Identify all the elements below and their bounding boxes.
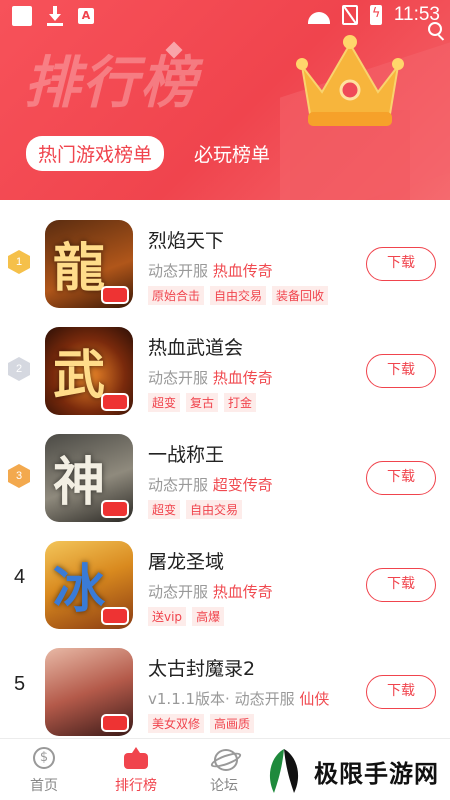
game-icon[interactable]: 龍 xyxy=(45,220,133,308)
watermark-logo-icon xyxy=(269,749,299,793)
game-icon[interactable]: 神 xyxy=(45,434,133,522)
download-button[interactable]: 下载 xyxy=(366,675,436,709)
forum-icon xyxy=(212,747,238,771)
nav-label: 排行榜 xyxy=(115,778,157,794)
tab-must-play[interactable]: 必玩榜单 xyxy=(194,140,270,167)
list-item[interactable]: 5 太古封魔录2 v1.1.1版本· 动态开服 仙侠 美女双修 高画质 下载 xyxy=(0,640,450,747)
download-button[interactable]: 下载 xyxy=(366,568,436,602)
tag-chip: 超变 xyxy=(148,500,181,519)
download-button[interactable]: 下载 xyxy=(366,461,436,495)
tag-chip: 美女双修 xyxy=(148,714,205,733)
rank-number: 4 xyxy=(14,566,26,588)
tab-hot-games[interactable]: 热门游戏榜单 xyxy=(26,136,165,171)
status-bar: A 11:53 xyxy=(0,0,450,32)
game-ranking-list: 1 龍 烈焰天下 动态开服 热血传奇 原始合击 自由交易 装备回收 下载 2 武… xyxy=(0,212,450,747)
tag-chip: 自由交易 xyxy=(186,500,243,519)
list-item[interactable]: 4 冰 屠龙圣域 动态开服 热血传奇 送vip 高爆 下载 xyxy=(0,533,450,640)
no-signal-icon xyxy=(341,5,358,25)
nav-item-ranking[interactable]: 排行榜 xyxy=(106,747,166,795)
game-tags: 美女双修 高画质 xyxy=(148,714,255,733)
home-icon: $ xyxy=(33,747,55,769)
rank-badge-silver: 2 xyxy=(8,357,30,381)
tag-chip: 打金 xyxy=(224,393,257,412)
notification-square-icon xyxy=(12,6,32,26)
tag-chip: 高爆 xyxy=(192,607,225,626)
game-icon[interactable] xyxy=(45,648,133,736)
nav-label: 首页 xyxy=(30,778,58,794)
tag-chip: 装备回收 xyxy=(272,286,329,305)
crown-icon xyxy=(296,35,404,126)
rank-icon xyxy=(124,747,148,769)
nav-item-forum[interactable]: 论坛 xyxy=(194,747,254,795)
tag-chip: 自由交易 xyxy=(210,286,267,305)
ranking-tabs: 热门游戏榜单 必玩榜单 xyxy=(26,136,270,171)
game-meta: 动态开服 热血传奇 xyxy=(148,583,273,601)
nav-label: 论坛 xyxy=(210,778,238,794)
list-item[interactable]: 3 神 一战称王 动态开服 超变传奇 超变 自由交易 下载 xyxy=(0,426,450,533)
tag-chip: 复古 xyxy=(186,393,219,412)
battery-charging-icon xyxy=(369,5,382,25)
a-notification-icon: A xyxy=(78,8,94,24)
rank-number: 5 xyxy=(14,673,26,695)
wifi-icon xyxy=(308,6,330,24)
site-watermark: 极限手游网 xyxy=(252,742,450,800)
rank-badge-gold: 1 xyxy=(8,250,30,274)
game-meta: 动态开服 热血传奇 xyxy=(148,369,273,387)
game-tags: 送vip 高爆 xyxy=(148,607,225,626)
list-item[interactable]: 1 龍 烈焰天下 动态开服 热血传奇 原始合击 自由交易 装备回收 下载 xyxy=(0,212,450,319)
game-tags: 超变 自由交易 xyxy=(148,500,243,519)
game-tags: 原始合击 自由交易 装备回收 xyxy=(148,286,329,305)
tag-chip: 高画质 xyxy=(210,714,255,733)
nav-item-home[interactable]: $ 首页 xyxy=(14,747,74,795)
game-icon[interactable]: 武 xyxy=(45,327,133,415)
rank-badge-bronze: 3 xyxy=(8,464,30,488)
download-button[interactable]: 下载 xyxy=(366,247,436,281)
download-button[interactable]: 下载 xyxy=(366,354,436,388)
game-icon[interactable]: 冰 xyxy=(45,541,133,629)
game-name[interactable]: 热血武道会 xyxy=(148,333,243,360)
game-name[interactable]: 屠龙圣域 xyxy=(148,547,224,574)
game-name[interactable]: 太古封魔录2 xyxy=(148,654,255,681)
tag-chip: 送vip xyxy=(148,607,187,626)
header-banner: A 11:53 排行榜 热门游戏榜单 必玩榜单 xyxy=(0,0,450,200)
watermark-text: 极限手游网 xyxy=(314,759,439,788)
tag-chip: 超变 xyxy=(148,393,181,412)
download-notification-icon xyxy=(46,6,64,26)
game-meta: 动态开服 超变传奇 xyxy=(148,476,273,494)
game-meta: v1.1.1版本· 动态开服 仙侠 xyxy=(148,690,330,708)
game-name[interactable]: 一战称王 xyxy=(148,440,224,467)
search-icon[interactable] xyxy=(428,22,442,36)
game-tags: 超变 复古 打金 xyxy=(148,393,257,412)
tag-chip: 原始合击 xyxy=(148,286,205,305)
list-item[interactable]: 2 武 热血武道会 动态开服 热血传奇 超变 复古 打金 下载 xyxy=(0,319,450,426)
game-meta: 动态开服 热血传奇 xyxy=(148,262,273,280)
game-name[interactable]: 烈焰天下 xyxy=(148,226,224,253)
